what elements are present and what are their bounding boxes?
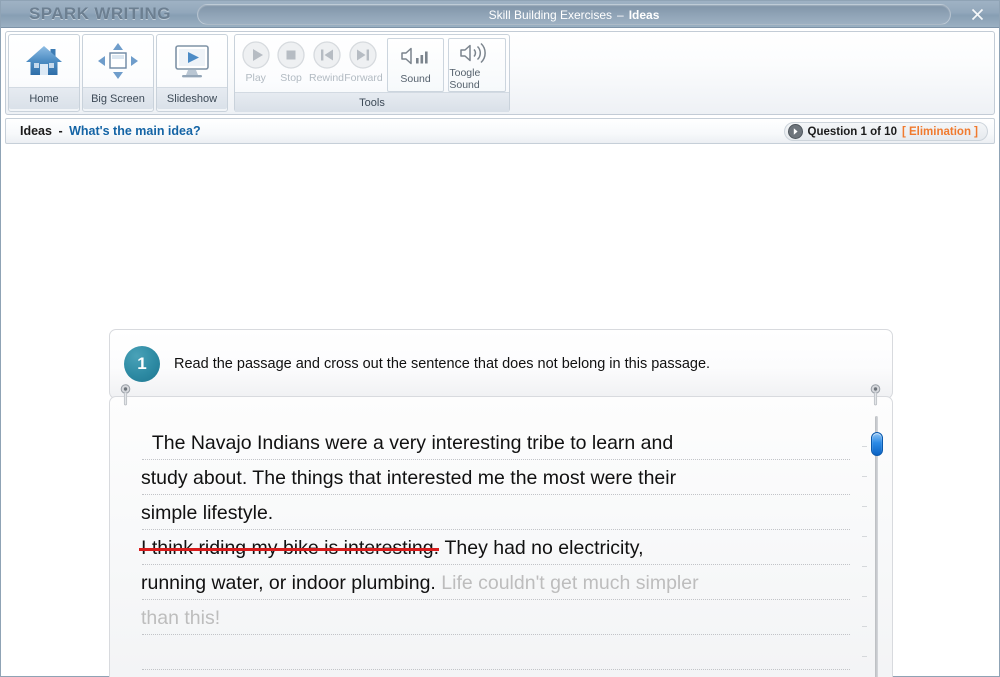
home-button-label: Home	[9, 87, 79, 109]
binder-pin-right-icon	[870, 384, 881, 406]
rewind-button[interactable]: Rewind	[309, 38, 344, 90]
big-screen-button-label: Big Screen	[83, 87, 153, 109]
passage-line[interactable]: The Navajo Indians were a very interesti…	[141, 426, 863, 461]
breadcrumb-section: Ideas	[20, 124, 52, 138]
breadcrumb: Ideas - What's the main idea?	[20, 124, 201, 138]
home-icon	[23, 35, 65, 87]
forward-icon	[348, 38, 378, 72]
ribbon-toolbar: Home Big Screen Slideshow Play Stop Rewi…	[5, 31, 995, 115]
passage-segment[interactable]: They had no electricity,	[439, 537, 643, 559]
content-area: 1 Read the passage and cross out the sen…	[1, 144, 999, 677]
passage-line[interactable]: study about. The things that interested …	[141, 461, 863, 496]
passage-line[interactable]: simple lifestyle.	[141, 496, 863, 531]
close-button[interactable]	[963, 3, 991, 25]
chevron-right-circle-icon	[787, 124, 803, 139]
question-counter: Question 1 of 10	[807, 125, 897, 138]
slider-thumb-icon[interactable]	[871, 432, 883, 456]
big-screen-icon	[96, 35, 140, 87]
passage-segment[interactable]: study about. The things that interested …	[141, 467, 676, 489]
window-title-main: Skill Building Exercises	[488, 7, 612, 22]
passage-segment-dim[interactable]: Life couldn't get much simpler	[436, 572, 698, 594]
play-button-label: Play	[245, 72, 266, 84]
stop-button[interactable]: Stop	[273, 38, 308, 90]
instruction-number-badge: 1	[124, 346, 160, 382]
application-window: SPARK WRITING Skill Building Exercises –…	[0, 0, 1000, 677]
rewind-button-label: Rewind	[309, 72, 345, 84]
passage-segment[interactable]: The Navajo Indians were a very interesti…	[141, 432, 673, 454]
stop-button-label: Stop	[280, 72, 302, 84]
breadcrumb-separator: -	[58, 124, 63, 138]
font-size-slider[interactable]	[862, 410, 884, 677]
slider-ticks	[862, 416, 868, 677]
window-title-pill: Skill Building Exercises – Ideas	[197, 4, 951, 25]
window-title-dash: –	[617, 7, 624, 22]
passage-segment[interactable]: simple lifestyle.	[141, 502, 273, 524]
question-mode: [ Elimination ]	[901, 125, 978, 138]
breadcrumb-page[interactable]: What's the main idea?	[69, 124, 200, 138]
binder-pin-left-icon	[120, 384, 131, 406]
toggle-sound-button[interactable]: Toogle Sound	[448, 38, 507, 92]
toggle-sound-icon	[457, 39, 497, 67]
window-title-sub: Ideas	[628, 7, 660, 22]
ruled-line	[142, 669, 850, 670]
slideshow-button-label: Slideshow	[157, 87, 227, 109]
sound-level-icon	[398, 39, 434, 73]
rewind-icon	[312, 38, 342, 72]
passage-line[interactable]: than this!	[141, 601, 863, 636]
ribbon-main-group: Home Big Screen Slideshow	[8, 34, 230, 112]
big-screen-button[interactable]: Big Screen	[82, 34, 154, 112]
passage-segment[interactable]: running water, or indoor plumbing.	[141, 572, 436, 594]
instruction-panel: 1 Read the passage and cross out the sen…	[109, 329, 893, 399]
close-icon	[971, 8, 983, 20]
passage-line[interactable]: I think riding my bike is interesting. T…	[141, 531, 863, 566]
app-brand: SPARK WRITING	[29, 4, 171, 23]
instruction-text: Read the passage and cross out the sente…	[174, 356, 711, 372]
tools-group: Play Stop Rewind Forward Sound Toogle So…	[234, 34, 510, 112]
toggle-sound-button-label: Toogle Sound	[449, 67, 481, 91]
passage-segment-dim[interactable]: than this!	[141, 607, 220, 629]
play-button[interactable]: Play	[238, 38, 273, 90]
sound-button[interactable]: Sound	[386, 38, 445, 92]
tools-group-label: Tools	[235, 92, 509, 112]
question-status-badge[interactable]: Question 1 of 10 [ Elimination ]	[783, 122, 988, 141]
tools-row: Play Stop Rewind Forward Sound Toogle So…	[235, 35, 509, 92]
home-button[interactable]: Home	[8, 34, 80, 112]
passage-text[interactable]: The Navajo Indians were a very interesti…	[141, 426, 863, 636]
struck-out-sentence[interactable]: I think riding my bike is interesting.	[141, 537, 439, 559]
sound-button-label: Sound	[400, 73, 431, 85]
stop-icon	[276, 38, 306, 72]
breadcrumb-bar: Ideas - What's the main idea? Question 1…	[5, 118, 995, 144]
passage-line[interactable]: running water, or indoor plumbing. Life …	[141, 566, 863, 601]
title-bar: SPARK WRITING Skill Building Exercises –…	[1, 1, 999, 28]
play-icon	[241, 38, 271, 72]
slideshow-button[interactable]: Slideshow	[156, 34, 228, 112]
forward-button-label: Forward	[344, 72, 383, 84]
slideshow-icon	[169, 35, 215, 87]
forward-button[interactable]: Forward	[344, 38, 383, 90]
